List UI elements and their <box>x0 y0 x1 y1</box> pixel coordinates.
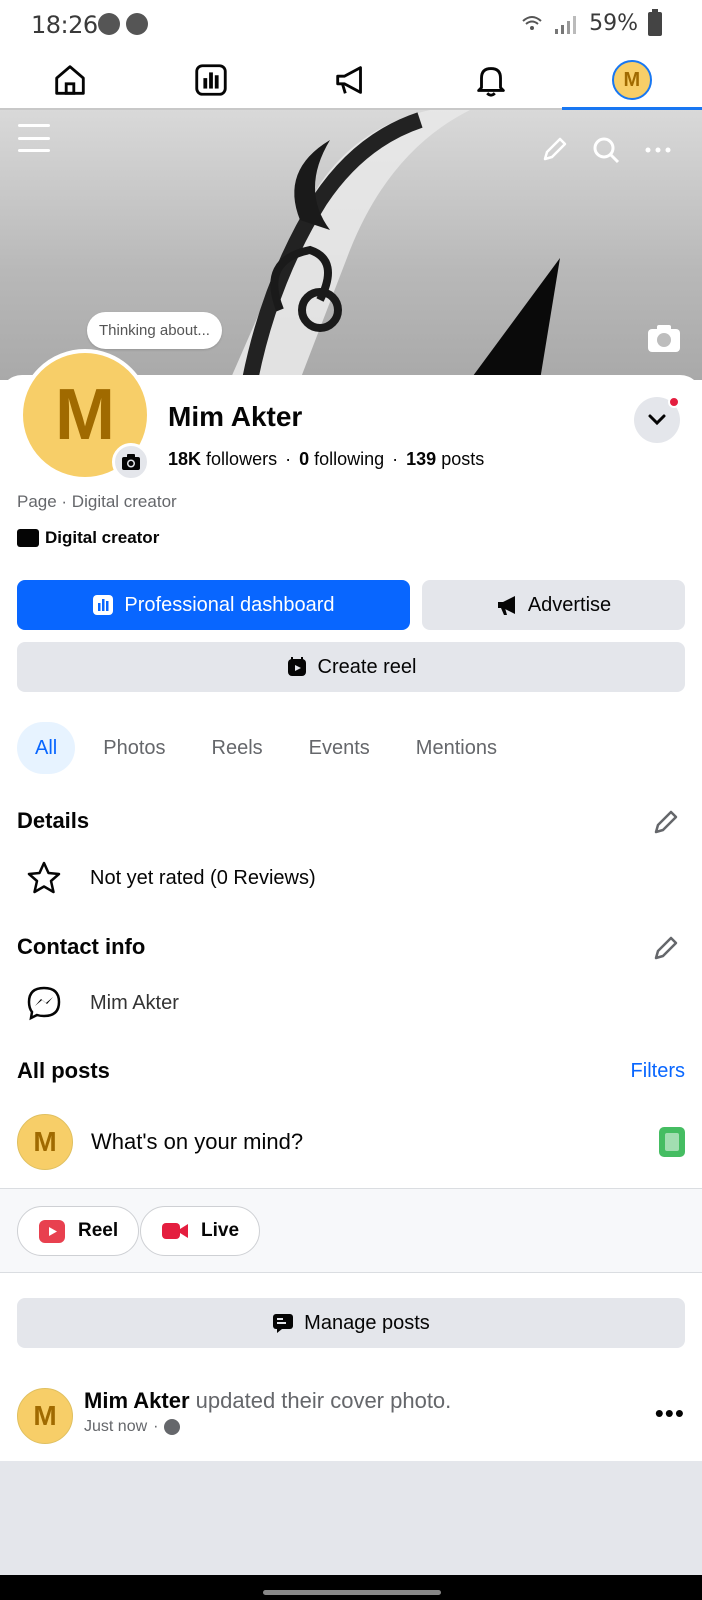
system-navigation-bar <box>0 1575 702 1600</box>
post-header: M Mim Akter updated their cover photo. J… <box>17 1388 685 1444</box>
facebook-notification-icon <box>98 13 120 35</box>
professional-dashboard-label: Professional dashboard <box>124 593 335 616</box>
creator-badge[interactable]: Digital creator <box>17 528 159 548</box>
following-label[interactable]: following <box>314 449 384 469</box>
post-meta: Just now · <box>84 1418 181 1436</box>
photo-icon[interactable] <box>659 1127 685 1157</box>
home-indicator[interactable] <box>263 1590 441 1595</box>
tab-mentions[interactable]: Mentions <box>398 722 515 774</box>
post-cover-image[interactable] <box>0 1461 702 1575</box>
tab-all[interactable]: All <box>17 722 76 774</box>
globe-icon <box>164 1419 181 1435</box>
profile-name: Mim Akter <box>168 401 303 432</box>
all-posts-title: All posts <box>17 1058 110 1083</box>
menu-icon[interactable] <box>18 124 50 152</box>
home-icon <box>55 65 85 95</box>
manage-posts-label: Manage posts <box>304 1311 430 1334</box>
live-chip-label: Live <box>201 1220 240 1241</box>
contact-info-title: Contact info <box>17 934 146 959</box>
camera-icon <box>122 454 140 470</box>
rating-row[interactable]: Not yet rated (0 Reviews) <box>26 860 316 896</box>
followers-count[interactable]: 18K <box>168 449 201 469</box>
rating-text: Not yet rated (0 Reviews) <box>90 866 316 889</box>
battery-percent: 59% <box>589 11 638 36</box>
details-title: Details <box>17 808 90 833</box>
reel-chip-label: Reel <box>78 1220 119 1241</box>
live-video-icon <box>162 1223 188 1239</box>
reel-icon <box>39 1220 65 1243</box>
clapperboard-icon <box>17 529 39 547</box>
tab-events[interactable]: Events <box>291 722 388 774</box>
more-icon[interactable] <box>644 136 672 164</box>
messenger-name: Mim Akter <box>90 991 179 1014</box>
post-composer[interactable]: M What's on your mind? <box>17 1114 685 1170</box>
megaphone-icon <box>497 596 515 615</box>
messenger-icon <box>27 986 61 1021</box>
composer-avatar: M <box>17 1114 73 1170</box>
messenger-notification-icon <box>126 13 148 35</box>
professional-dashboard-button[interactable]: Professional dashboard <box>17 580 410 630</box>
filters-link[interactable]: Filters <box>631 1060 685 1083</box>
profile-camera-button[interactable] <box>112 443 150 481</box>
status-indicators: 59% <box>521 8 662 36</box>
creator-label: Digital creator <box>45 528 160 547</box>
cover-actions <box>540 136 672 164</box>
nav-tab-profile[interactable]: M <box>561 52 702 110</box>
signal-icon <box>555 15 577 34</box>
bell-icon <box>477 67 506 97</box>
post-time[interactable]: Just now <box>84 1418 147 1436</box>
advertise-label: Advertise <box>527 593 612 616</box>
post-author-avatar[interactable]: M <box>17 1388 73 1444</box>
dashboard-icon <box>194 64 227 96</box>
manage-posts-icon <box>273 1314 294 1333</box>
chevron-down-icon <box>648 414 666 426</box>
nav-tab-home[interactable] <box>0 52 140 108</box>
star-icon <box>27 861 61 894</box>
page-category: Page · Digital creator <box>17 492 177 511</box>
advertise-button[interactable]: Advertise <box>422 580 685 630</box>
profile-avatar: M <box>611 60 652 100</box>
live-chip[interactable]: Live <box>140 1206 261 1256</box>
thought-bubble[interactable]: Thinking about... <box>87 312 222 349</box>
create-reel-button[interactable]: Create reel <box>17 642 685 692</box>
cover-camera-icon[interactable] <box>646 322 682 354</box>
nav-tab-notifications[interactable] <box>421 52 561 108</box>
posts-label[interactable]: posts <box>441 449 484 469</box>
profile-stats: 18K followers · 0 following · 139 posts <box>168 449 485 469</box>
quick-actions-bar: Reel Live <box>0 1188 702 1273</box>
reel-chip[interactable]: Reel <box>17 1206 140 1256</box>
composer-placeholder[interactable]: What's on your mind? <box>91 1129 659 1155</box>
create-reel-label: Create reel <box>317 655 417 678</box>
megaphone-icon <box>336 66 362 94</box>
dashboard-icon <box>93 595 114 615</box>
tab-photos[interactable]: Photos <box>85 722 183 774</box>
status-notification-icons <box>98 13 148 35</box>
edit-details-icon[interactable] <box>652 808 680 836</box>
edit-contact-icon[interactable] <box>652 934 680 962</box>
battery-icon <box>648 8 662 36</box>
wifi-icon <box>522 15 542 30</box>
notification-dot <box>668 396 680 408</box>
edit-icon[interactable] <box>540 136 568 164</box>
manage-posts-button[interactable]: Manage posts <box>17 1298 685 1348</box>
following-count[interactable]: 0 <box>299 449 309 469</box>
posts-count[interactable]: 139 <box>406 449 436 469</box>
reel-icon <box>287 657 306 676</box>
top-navigation: M <box>0 52 702 110</box>
tab-reels[interactable]: Reels <box>194 722 281 774</box>
content-tabs: All Photos Reels Events Mentions <box>17 722 515 774</box>
post-title: Mim Akter updated their cover photo. <box>84 1388 451 1414</box>
post-action: updated their cover photo. <box>189 1388 452 1413</box>
nav-tab-ads[interactable] <box>281 52 421 108</box>
post-more-icon[interactable]: ••• <box>655 1398 685 1429</box>
nav-tab-dashboard[interactable] <box>140 52 280 108</box>
messenger-contact-row[interactable]: Mim Akter <box>26 985 179 1021</box>
status-time: 18:26 <box>31 11 98 39</box>
post-meta-separator: · <box>153 1418 159 1435</box>
post-author[interactable]: Mim Akter <box>84 1388 190 1413</box>
status-bar: 18:26 59% <box>0 0 702 52</box>
followers-label[interactable]: followers <box>206 449 277 469</box>
search-icon[interactable] <box>592 136 620 164</box>
